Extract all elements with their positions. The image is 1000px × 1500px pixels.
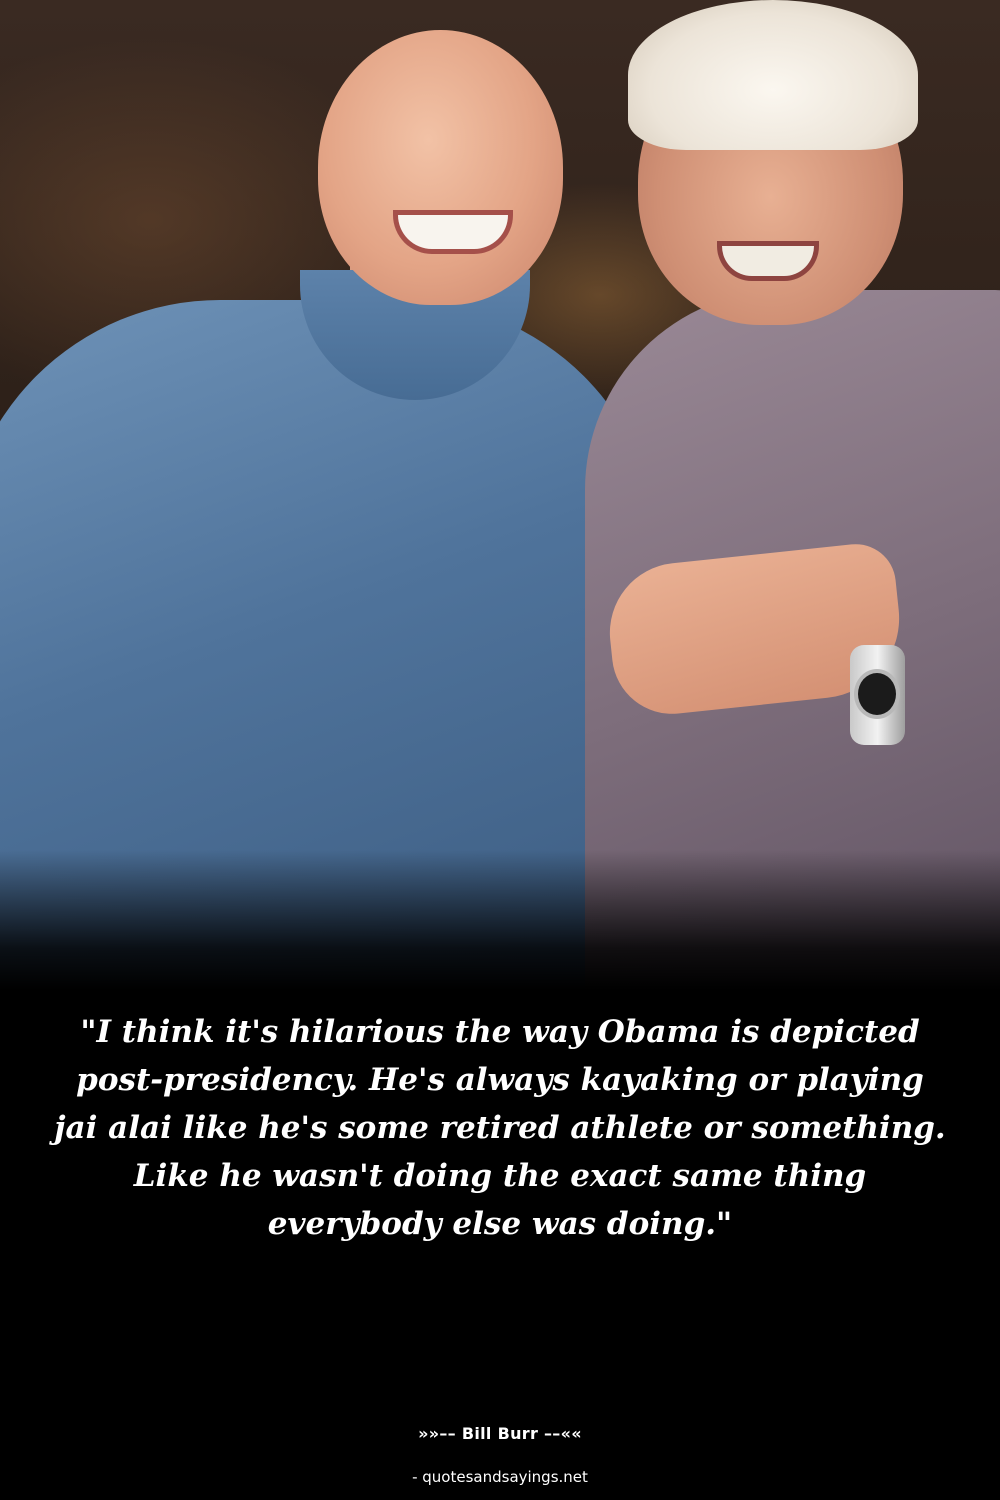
photo-of-two-smiling-men (0, 0, 1000, 990)
left-person-smile (398, 215, 508, 249)
left-person-head (318, 30, 563, 305)
quote-text: "I think it's hilarious the way Obama is… (54, 1014, 946, 1242)
quote-author: »»–– Bill Burr ––«« (418, 1424, 582, 1443)
source-watermark: - quotesandsayings.net (412, 1468, 588, 1486)
wristwatch (850, 645, 905, 745)
quote-card: "I think it's hilarious the way Obama is… (0, 0, 1000, 1500)
photo-bottom-fade (0, 850, 1000, 990)
right-person-white-hair (628, 0, 918, 150)
